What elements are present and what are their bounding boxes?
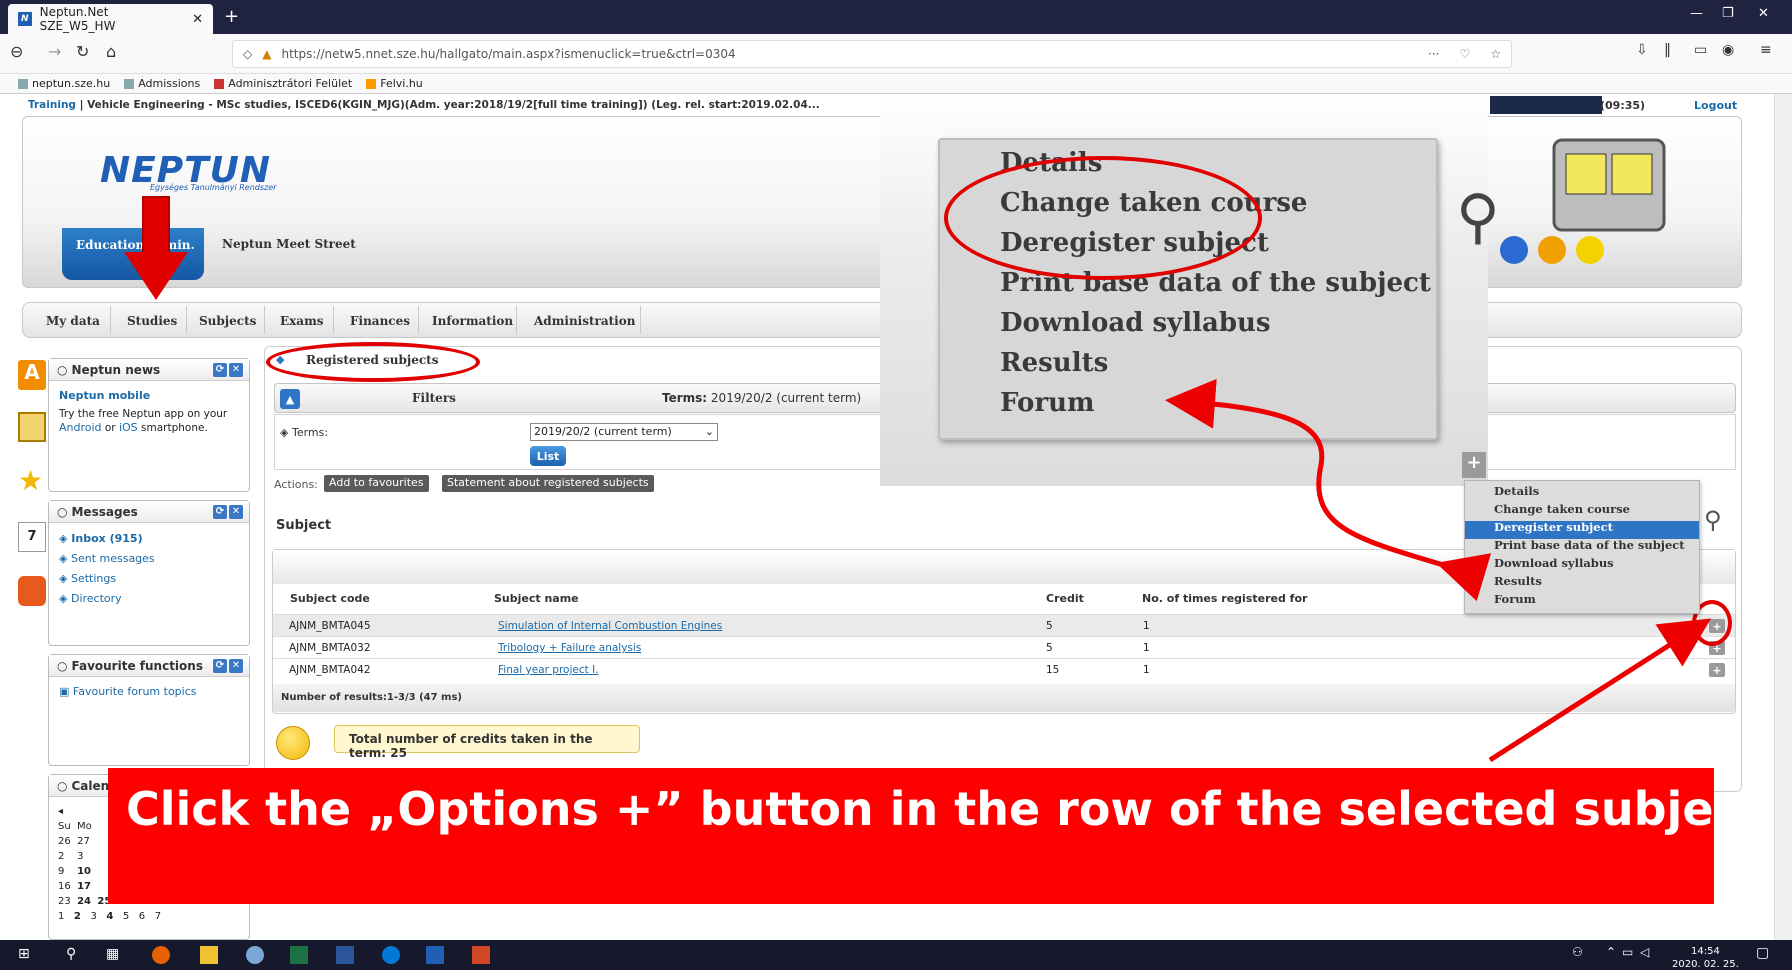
- file-explorer-icon[interactable]: [200, 946, 218, 964]
- search-icon[interactable]: ⚲: [66, 946, 84, 964]
- task-view-icon[interactable]: ▦: [106, 946, 124, 964]
- windows-taskbar: [0, 940, 1792, 970]
- page-scrollbar[interactable]: [1774, 94, 1792, 940]
- network-icon[interactable]: ▭: [1622, 945, 1633, 959]
- powerpoint-icon[interactable]: [472, 946, 490, 964]
- edge-icon[interactable]: [382, 946, 400, 964]
- app-icon[interactable]: [246, 946, 264, 964]
- clock[interactable]: 14:54 2020. 02. 25.: [1672, 945, 1739, 971]
- neptun-app-icon[interactable]: [426, 946, 444, 964]
- firefox-icon[interactable]: [152, 946, 170, 964]
- tray-arrow-icon[interactable]: ⌃: [1606, 945, 1616, 959]
- word-icon[interactable]: [336, 946, 354, 964]
- annotation-diagonal-arrow: [1488, 618, 1712, 763]
- people-icon[interactable]: ⚇: [1572, 945, 1583, 959]
- excel-icon[interactable]: [290, 946, 308, 964]
- clock-time: 14:54: [1690, 946, 1720, 957]
- clock-date: 2020. 02. 25.: [1672, 959, 1739, 970]
- annotation-curved-arrow: [1165, 378, 1492, 602]
- notification-icon[interactable]: ▢: [1756, 945, 1769, 961]
- volume-icon[interactable]: ◁: [1640, 945, 1649, 959]
- instruction-text: Click the „Options +” button in the row …: [126, 782, 1763, 836]
- windows-start-icon[interactable]: ⊞: [18, 946, 36, 964]
